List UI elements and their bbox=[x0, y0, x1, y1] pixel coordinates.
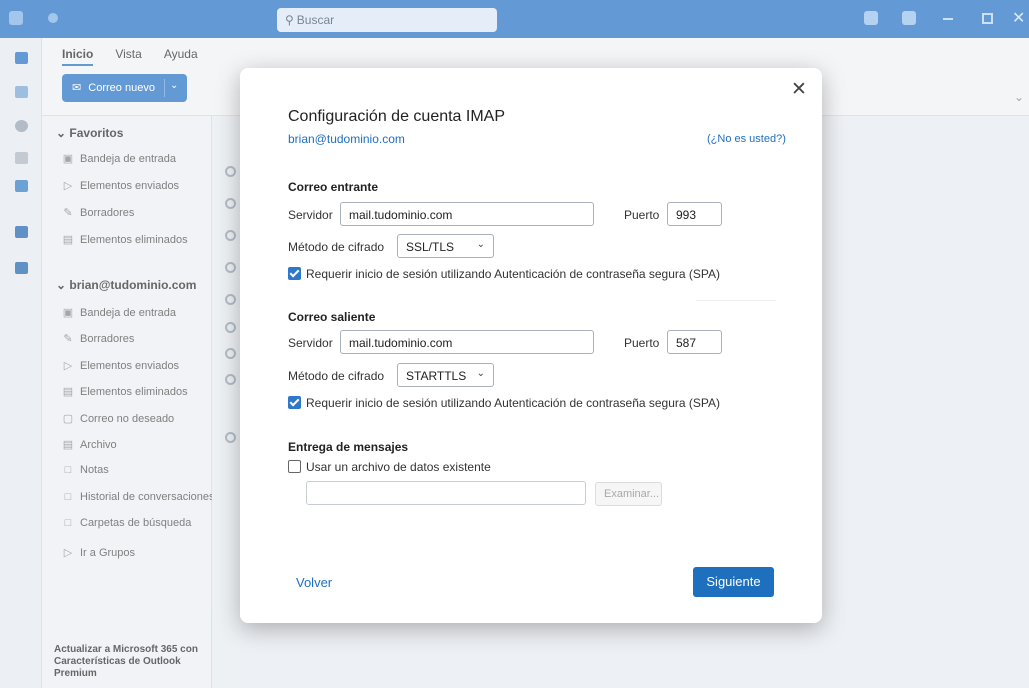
account-email: brian@tudominio.com bbox=[288, 132, 405, 146]
delivery-heading: Entrega de mensajes bbox=[288, 440, 409, 454]
next-button[interactable]: Siguiente bbox=[693, 567, 774, 597]
incoming-spa-checkbox[interactable] bbox=[288, 267, 301, 280]
data-file-path-input[interactable] bbox=[306, 481, 586, 505]
chevron-down-icon: ⌄ bbox=[476, 368, 485, 379]
outgoing-spa-label: Requerir inicio de sesión utilizando Aut… bbox=[306, 396, 721, 410]
outgoing-port-input[interactable]: 587 bbox=[667, 330, 722, 354]
imap-settings-dialog: ✕ Configuración de cuenta IMAP brian@tud… bbox=[240, 68, 822, 623]
back-button[interactable]: Volver bbox=[296, 575, 332, 590]
outgoing-server-input[interactable]: mail.tudominio.com bbox=[340, 330, 594, 354]
incoming-encryption-select[interactable]: SSL/TLS ⌄ bbox=[397, 234, 494, 258]
incoming-port-input[interactable]: 993 bbox=[667, 202, 722, 226]
incoming-heading: Correo entrante bbox=[288, 180, 379, 194]
outgoing-heading: Correo saliente bbox=[288, 310, 376, 324]
close-icon[interactable]: ✕ bbox=[791, 78, 807, 101]
chevron-down-icon: ⌄ bbox=[476, 239, 485, 250]
use-existing-file-label: Usar un archivo de datos existente bbox=[306, 460, 491, 474]
outgoing-encryption-label: Método de cifrado bbox=[288, 369, 385, 383]
outgoing-port-label: Puerto bbox=[624, 336, 660, 350]
divider bbox=[696, 300, 776, 301]
outgoing-server-label: Servidor bbox=[288, 336, 333, 350]
incoming-port-label: Puerto bbox=[624, 208, 660, 222]
incoming-spa-label: Requerir inicio de sesión utilizando Aut… bbox=[306, 267, 721, 281]
incoming-encryption-label: Método de cifrado bbox=[288, 240, 385, 254]
outgoing-spa-checkbox[interactable] bbox=[288, 396, 301, 409]
incoming-server-input[interactable]: mail.tudominio.com bbox=[340, 202, 594, 226]
dialog-title: Configuración de cuenta IMAP bbox=[288, 108, 506, 125]
outgoing-encryption-select[interactable]: STARTTLS ⌄ bbox=[397, 363, 494, 387]
not-you-link[interactable]: (¿No es usted?) bbox=[707, 133, 786, 145]
browse-button[interactable]: Examinar... bbox=[595, 482, 662, 506]
incoming-server-label: Servidor bbox=[288, 208, 333, 222]
use-existing-file-checkbox[interactable] bbox=[288, 460, 301, 473]
